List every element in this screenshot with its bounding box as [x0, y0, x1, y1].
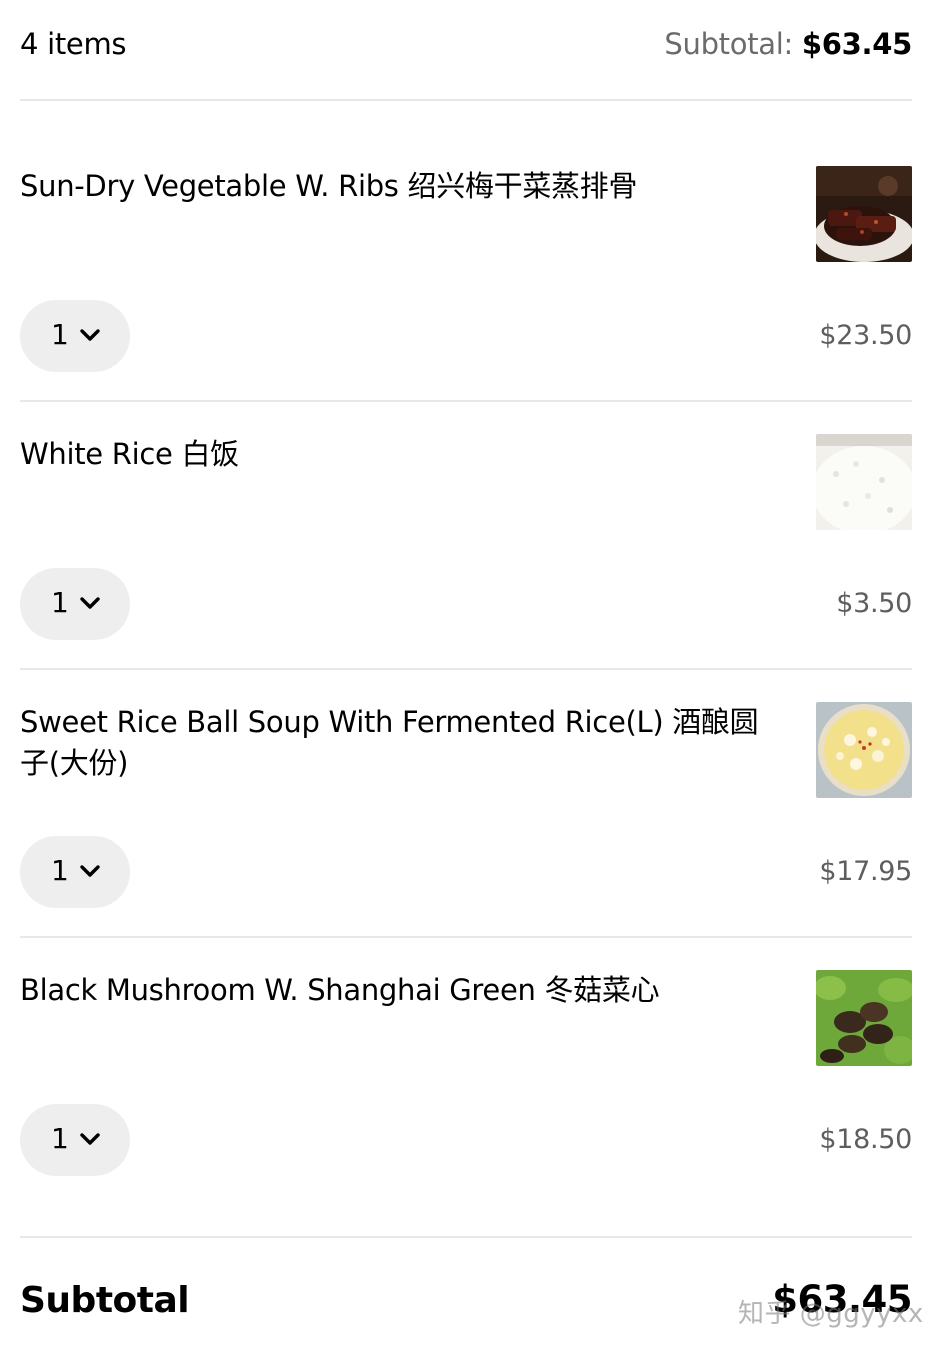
item-image-ribs[interactable]	[816, 166, 912, 262]
item-price: $18.50	[819, 1124, 912, 1155]
quantity-value: 1	[51, 854, 69, 887]
item-name: Black Mushroom W. Shanghai Green 冬菇菜心	[20, 973, 660, 1007]
item-image-soup[interactable]	[816, 702, 912, 798]
quantity-value: 1	[51, 1122, 69, 1155]
subtotal-label: Subtotal	[20, 1280, 190, 1321]
item-image-mushroom[interactable]	[816, 970, 912, 1066]
cart-header: 4 items Subtotal: $63.45	[20, 0, 912, 101]
item-price: $3.50	[836, 588, 912, 619]
cart-page: 4 items Subtotal: $63.45 Sun-Dry Vegetab…	[0, 0, 940, 1358]
ribs-photo	[816, 166, 912, 262]
rice-photo	[816, 434, 912, 530]
quantity-value: 1	[51, 318, 69, 351]
header-subtotal-value: $63.45	[801, 27, 912, 61]
quantity-dropdown[interactable]: 1	[20, 568, 130, 640]
quantity-dropdown[interactable]: 1	[20, 1104, 130, 1176]
item-price: $17.95	[819, 856, 912, 887]
quantity-dropdown[interactable]: 1	[20, 836, 130, 908]
cart-item: Sun-Dry Vegetable W. Ribs 绍兴梅干菜蒸排骨 1 $23…	[20, 101, 912, 402]
cart-item: Black Mushroom W. Shanghai Green 冬菇菜心 1 …	[20, 938, 912, 1236]
header-subtotal: Subtotal: $63.45	[664, 27, 912, 61]
chevron-down-icon	[80, 597, 100, 609]
item-name: White Rice 白饭	[20, 437, 239, 471]
subtotal-row: Subtotal $63.45	[20, 1236, 912, 1358]
chevron-down-icon	[80, 1133, 100, 1145]
chevron-down-icon	[80, 329, 100, 341]
item-name: Sweet Rice Ball Soup With Fermented Rice…	[20, 705, 759, 780]
item-price: $23.50	[819, 320, 912, 351]
watermark: 知乎 @ggyyxx	[738, 1299, 924, 1329]
soup-photo	[816, 702, 912, 798]
cart-item: Sweet Rice Ball Soup With Fermented Rice…	[20, 670, 912, 938]
item-count: 4 items	[20, 27, 127, 61]
quantity-dropdown[interactable]: 1	[20, 300, 130, 372]
cart-item: White Rice 白饭 1 $3.50	[20, 402, 912, 670]
item-name: Sun-Dry Vegetable W. Ribs 绍兴梅干菜蒸排骨	[20, 169, 638, 203]
quantity-value: 1	[51, 586, 69, 619]
chevron-down-icon	[80, 865, 100, 877]
mushroom-photo	[816, 970, 912, 1066]
item-image-rice[interactable]	[816, 434, 912, 530]
header-subtotal-label: Subtotal:	[664, 27, 802, 61]
